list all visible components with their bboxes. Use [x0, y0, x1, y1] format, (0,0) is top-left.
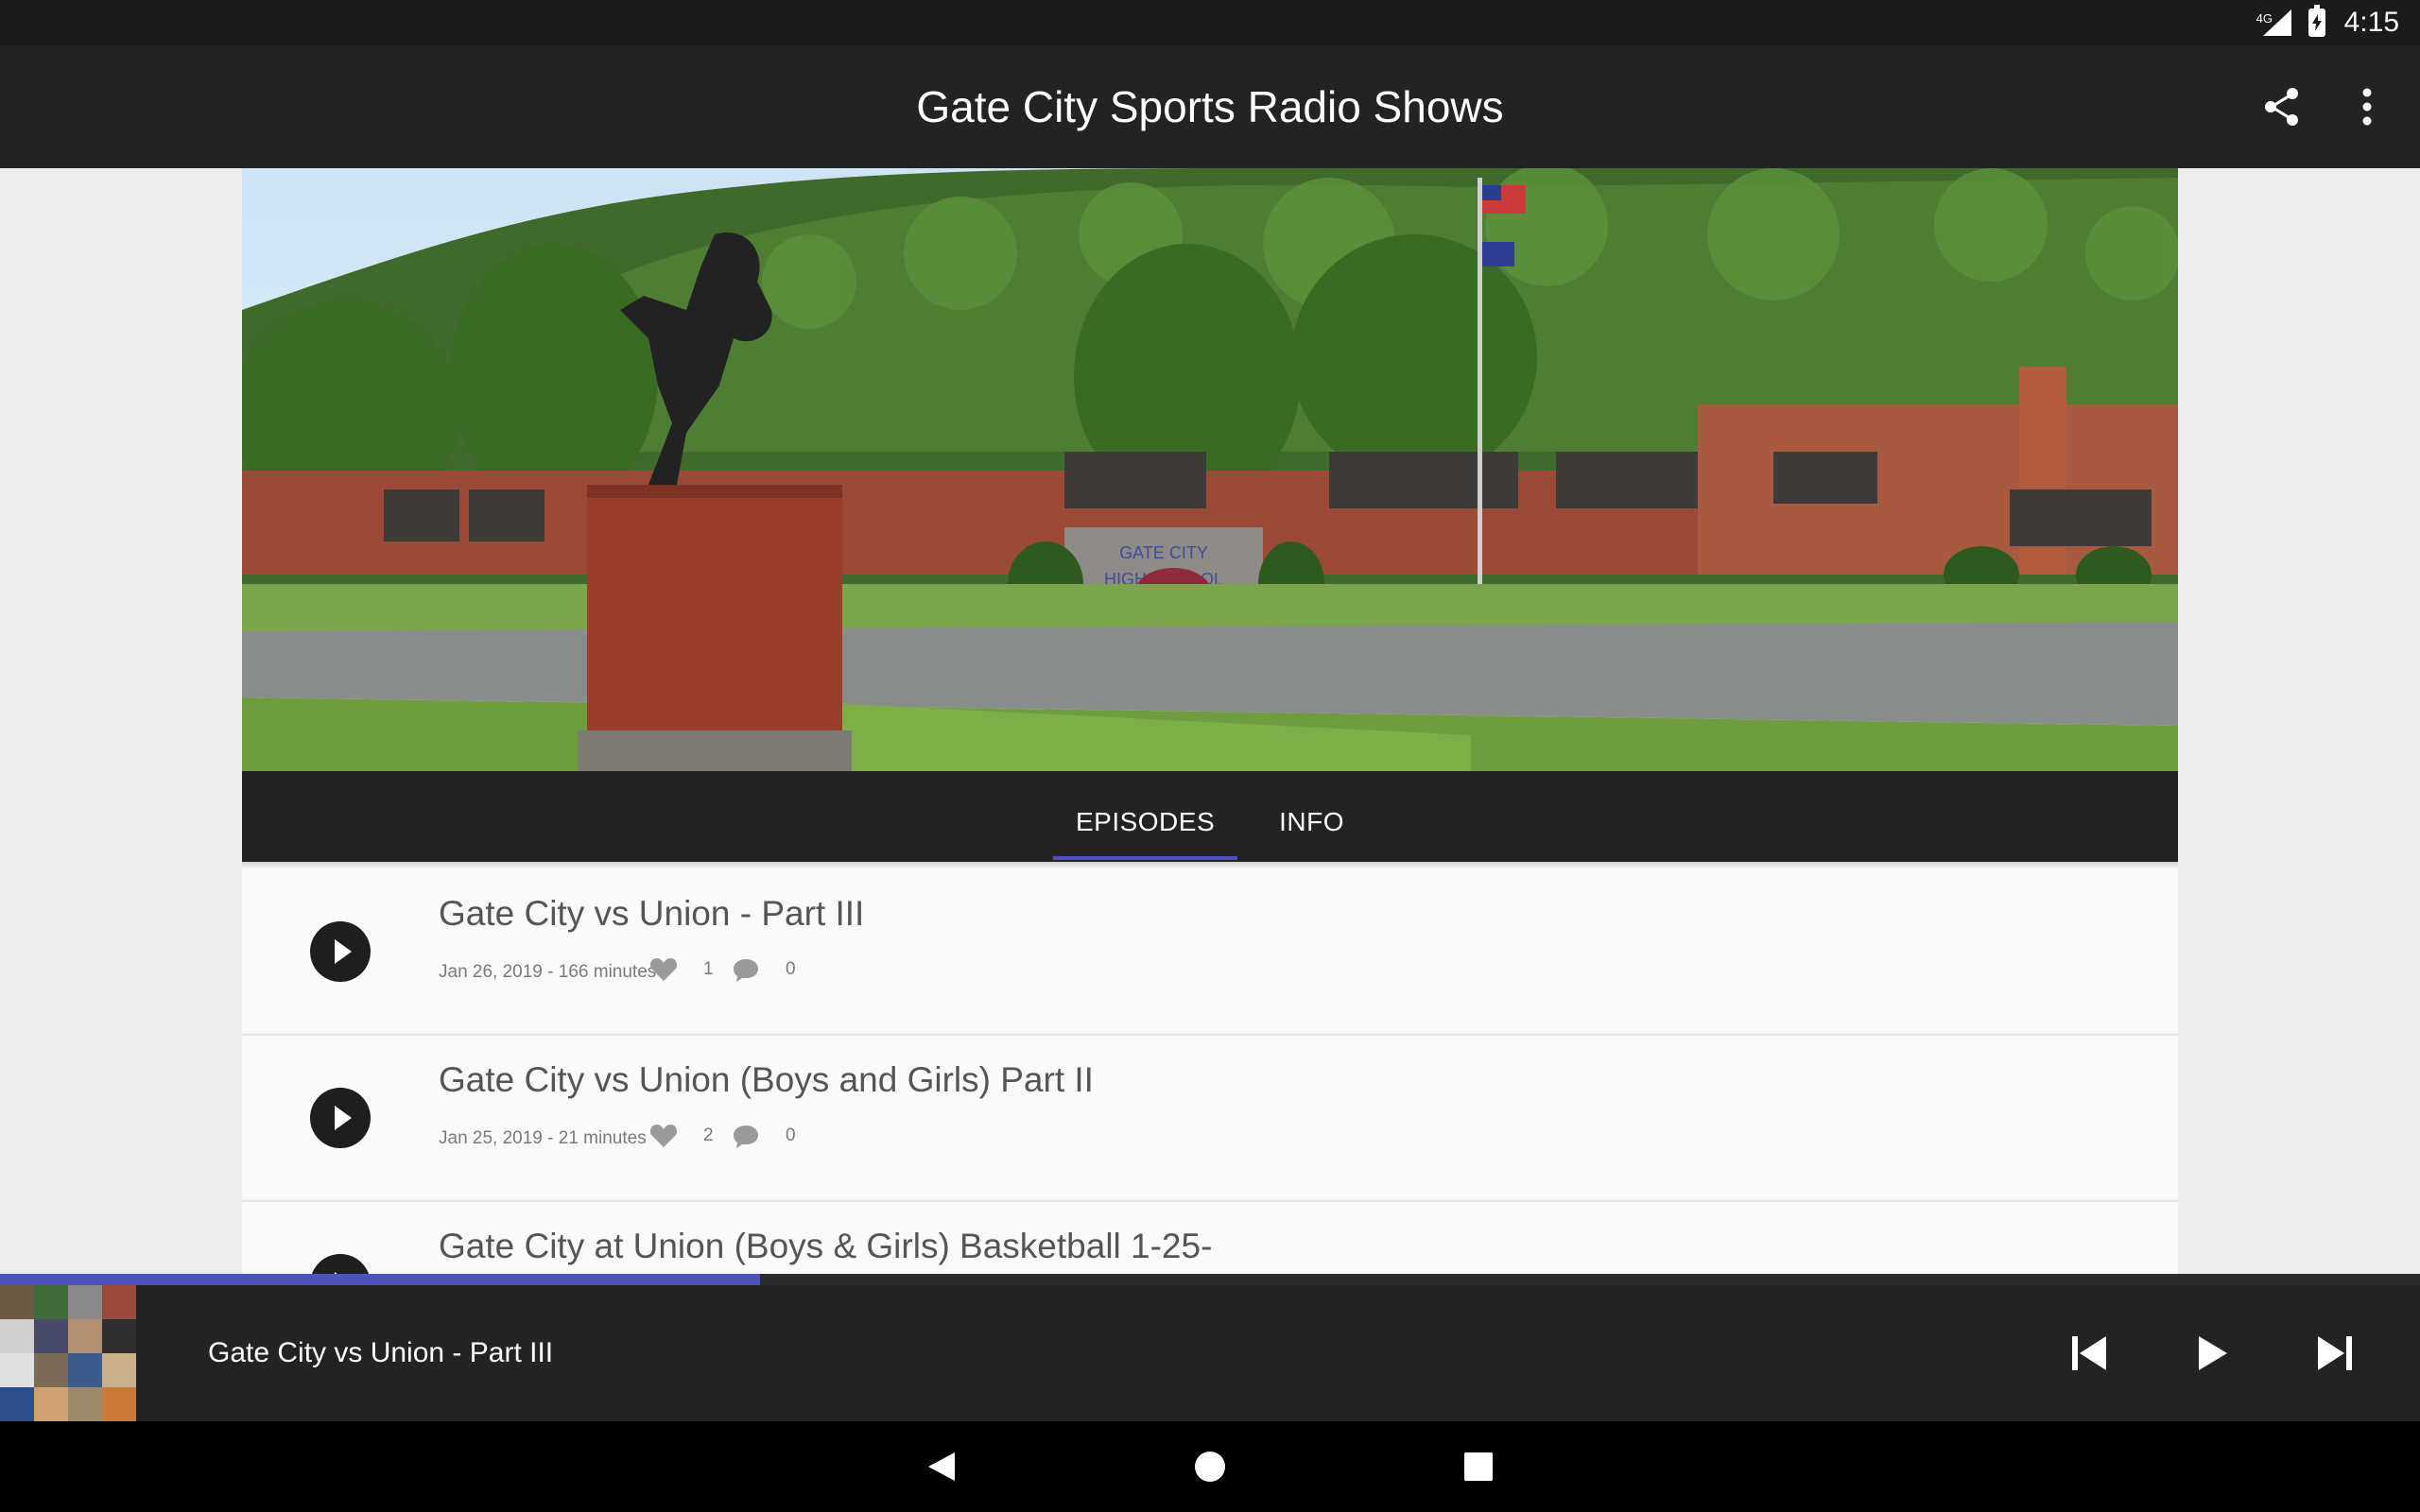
- sign-text-1: GATE CITY: [1119, 543, 1208, 562]
- home-icon: [1195, 1452, 1225, 1482]
- like-count-value: 1: [703, 959, 714, 979]
- school-photo: GATE CITY HIGH SCHOOL: [242, 168, 2178, 771]
- skip-previous-button[interactable]: [2061, 1325, 2118, 1382]
- comment-count-value: 0: [786, 959, 796, 979]
- episode-title: Gate City vs Union (Boys and Girls) Part…: [439, 1060, 1094, 1099]
- play-button[interactable]: [2184, 1325, 2240, 1382]
- recents-icon: [1464, 1452, 1493, 1481]
- episode-title: Gate City at Union (Boys & Girls) Basket…: [439, 1227, 1213, 1265]
- playback-progress-fill: [0, 1274, 760, 1285]
- skip-previous-icon: [2072, 1336, 2106, 1370]
- tab-bar: EPISODES INFO: [242, 771, 2178, 862]
- tab-episodes[interactable]: EPISODES: [1052, 771, 1238, 862]
- episode-row[interactable]: Gate City vs Union - Part III Jan 26, 20…: [242, 869, 2178, 1036]
- episode-list: Gate City vs Union - Part III Jan 26, 20…: [242, 869, 2178, 1276]
- episode-meta: Jan 26, 2019 - 166 minutes: [439, 962, 657, 982]
- back-icon: [928, 1452, 955, 1481]
- page-title: Gate City Sports Radio Shows: [916, 82, 1504, 131]
- skip-next-icon: [2318, 1336, 2352, 1370]
- comment-count[interactable]: 0: [731, 954, 796, 985]
- like-count[interactable]: 1: [648, 954, 714, 985]
- episode-title: Gate City vs Union - Part III: [439, 894, 865, 933]
- overflow-menu-button[interactable]: [2341, 80, 2394, 133]
- more-vert-icon: [2362, 88, 2372, 126]
- podcast-content: GATE CITY HIGH SCHOOL: [242, 168, 2178, 1276]
- recents-button[interactable]: [1456, 1444, 1501, 1489]
- share-button[interactable]: [2256, 80, 2308, 133]
- like-count[interactable]: 2: [648, 1121, 714, 1151]
- episode-row[interactable]: Gate City vs Union (Boys and Girls) Part…: [242, 1036, 2178, 1202]
- home-button[interactable]: [1187, 1444, 1233, 1489]
- comment-icon: [734, 1125, 758, 1148]
- play-episode-button[interactable]: [310, 1088, 371, 1148]
- playback-progress[interactable]: [0, 1274, 2420, 1285]
- episode-row[interactable]: Gate City at Union (Boys & Girls) Basket…: [242, 1202, 2178, 1276]
- cover-image: GATE CITY HIGH SCHOOL: [242, 168, 2178, 771]
- status-icons: 4G 4:15: [2256, 0, 2399, 45]
- play-episode-button[interactable]: [310, 921, 371, 982]
- comment-count-value: 0: [786, 1125, 796, 1145]
- play-episode-button[interactable]: [310, 1254, 371, 1276]
- clock: 4:15: [2343, 7, 2399, 38]
- now-playing-artwork: [0, 1285, 136, 1421]
- battery-icon: [2308, 5, 2325, 37]
- mini-player[interactable]: Gate City vs Union - Part III: [0, 1285, 2420, 1421]
- signal-icon: 4G: [2256, 8, 2295, 38]
- like-count-value: 2: [703, 1125, 714, 1145]
- network-type: 4G: [2256, 11, 2273, 26]
- comment-count[interactable]: 0: [731, 1121, 796, 1151]
- app-bar: Gate City Sports Radio Shows: [0, 45, 2420, 168]
- playback-controls: [2061, 1285, 2363, 1421]
- status-bar: 4G 4:15: [0, 0, 2420, 45]
- play-icon: [2199, 1336, 2227, 1370]
- skip-next-button[interactable]: [2307, 1325, 2363, 1382]
- heart-icon: [649, 958, 678, 981]
- tab-info[interactable]: INFO: [1256, 771, 1367, 862]
- episode-meta: Jan 25, 2019 - 21 minutes: [439, 1128, 647, 1148]
- heart-icon: [649, 1125, 678, 1147]
- tab-divider: [242, 862, 2178, 869]
- now-playing-title: Gate City vs Union - Part III: [208, 1337, 554, 1368]
- share-icon: [2265, 88, 2298, 126]
- back-button[interactable]: [919, 1444, 964, 1489]
- system-navigation-bar: [0, 1421, 2420, 1512]
- comment-icon: [734, 959, 758, 982]
